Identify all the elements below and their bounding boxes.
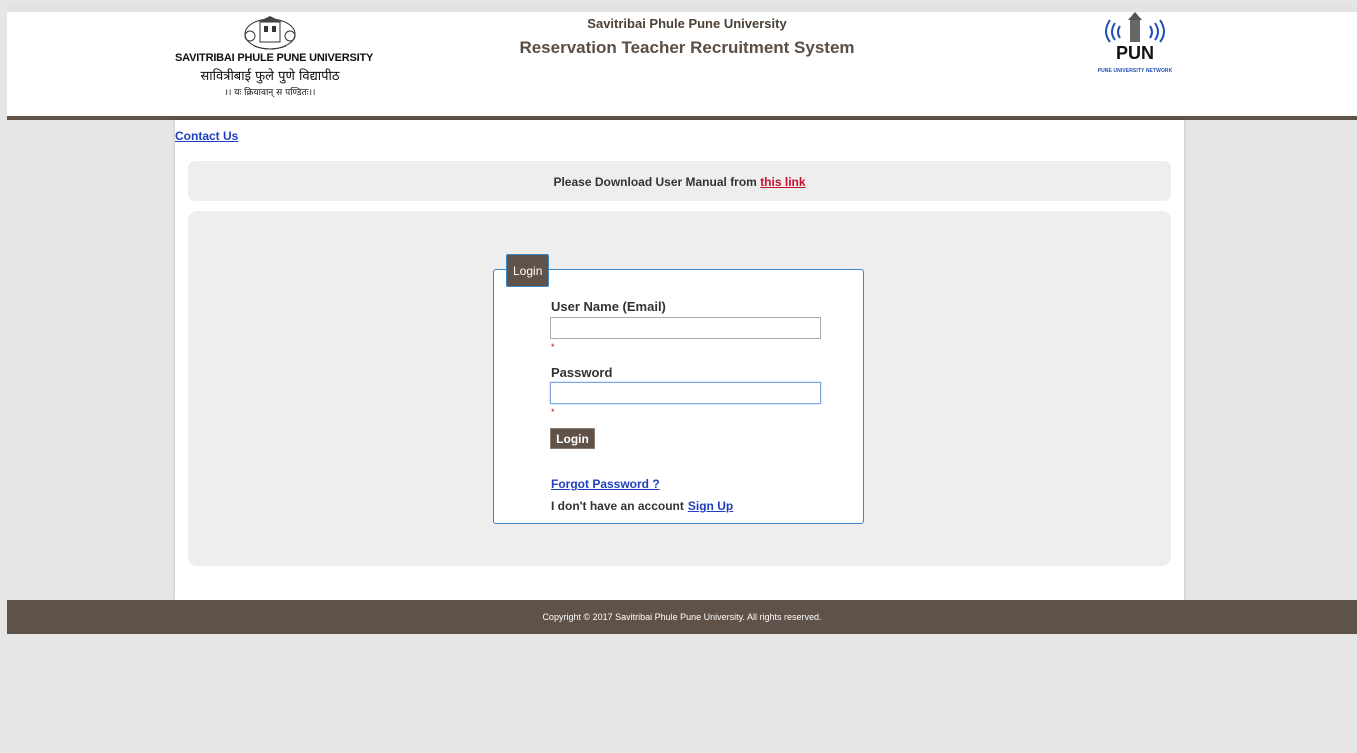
site-title: Savitribai Phule Pune University Reserva… (477, 16, 897, 58)
pun-logo-text: PUN (1116, 43, 1154, 63)
contact-us-link[interactable]: Contact Us (175, 129, 238, 143)
site-footer: Copyright © 2017 Savitribai Phule Pune U… (7, 600, 1357, 634)
login-button[interactable]: Login (550, 428, 595, 449)
university-name-mr: सावित्रीबाई फुले पुणे विद्यापीठ (200, 69, 340, 84)
title-university: Savitribai Phule Pune University (587, 16, 787, 31)
sign-up-link[interactable]: Sign Up (688, 499, 733, 513)
username-label: User Name (Email) (551, 299, 666, 314)
user-manual-notice: Please Download User Manual from this li… (188, 161, 1171, 201)
forgot-password-link[interactable]: Forgot Password ? (551, 477, 660, 491)
signup-row: I don't have an account Sign Up (551, 499, 733, 513)
main-content: Contact Us Please Download User Manual f… (175, 120, 1184, 600)
university-logo: SAVITRIBAI PHULE PUNE UNIVERSITY सावित्र… (175, 14, 374, 98)
username-input[interactable] (550, 317, 821, 339)
no-account-text: I don't have an account (551, 499, 684, 513)
copyright-text: Copyright © 2017 Savitribai Phule Pune U… (542, 612, 822, 622)
password-required-mark: * (551, 407, 555, 417)
notice-text: Please Download User Manual from (553, 175, 761, 189)
username-required-mark: * (551, 342, 555, 352)
pun-network-logo-icon: PUN (1105, 12, 1165, 63)
university-emblem-icon (244, 16, 296, 50)
login-form: Login User Name (Email) * Password * Log… (493, 254, 864, 524)
login-legend: Login (506, 254, 550, 287)
title-system: Reservation Teacher Recruitment System (519, 38, 855, 57)
network-logo-caption: PUNE UNIVERSITY NETWORK (1097, 68, 1173, 74)
university-name-en: SAVITRIBAI PHULE PUNE UNIVERSITY (175, 52, 374, 64)
login-panel: Login User Name (Email) * Password * Log… (188, 211, 1171, 566)
network-logo: PUN PUNE UNIVERSITY NETWORK (1090, 12, 1180, 74)
password-input[interactable] (550, 382, 821, 404)
site-header: SAVITRIBAI PHULE PUNE UNIVERSITY सावित्र… (7, 12, 1357, 116)
top-strip (7, 5, 1357, 12)
university-motto: ।। यः क्रियावान् स पण्डितः।। (224, 88, 316, 98)
user-manual-link[interactable]: this link (760, 175, 805, 189)
password-label: Password (551, 365, 613, 380)
